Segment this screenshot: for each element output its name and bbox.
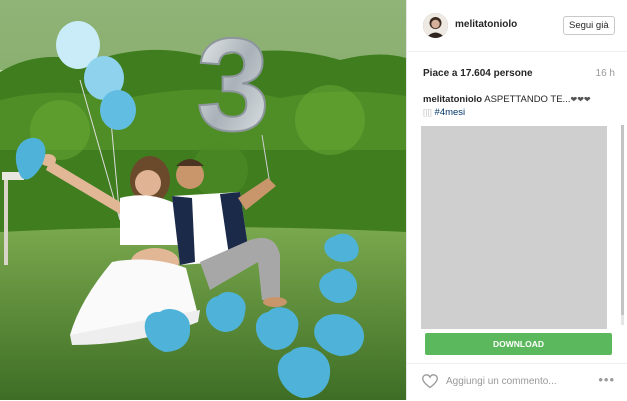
avatar[interactable] (423, 13, 448, 38)
post-photo: 3 (0, 0, 406, 400)
post-caption: melitatoniolo ASPETTANDO TE...❤❤❤ [][] #… (423, 93, 621, 119)
caption-username[interactable]: melitatoniolo (423, 94, 482, 105)
caption-text: ASPETTANDO TE... (484, 94, 571, 105)
photo-illustration: 3 (0, 0, 406, 400)
content-placeholder (421, 126, 607, 329)
number-three-balloon: 3 (196, 11, 269, 158)
more-options-icon[interactable]: ••• (598, 372, 615, 387)
hashtag-link[interactable]: #4mesi (435, 107, 466, 118)
post-side-panel: melitatoniolo Segui già Piace a 17.604 p… (406, 0, 627, 400)
comments-scrollbar[interactable] (621, 125, 624, 325)
post-timestamp[interactable]: 16 h (596, 68, 615, 79)
username-link[interactable]: melitatoniolo (455, 19, 517, 30)
comment-input[interactable]: Aggiungi un commento... (446, 376, 557, 387)
download-button[interactable]: DOWNLOAD (425, 333, 612, 355)
post-header: melitatoniolo Segui già (407, 0, 627, 52)
caption-faint: [][] (423, 108, 432, 117)
comment-bar: Aggiungi un commento... ••• (407, 363, 627, 401)
heart-outline-icon[interactable] (422, 374, 438, 389)
like-count[interactable]: Piace a 17.604 persone (423, 68, 533, 79)
scrollbar-thumb[interactable] (621, 125, 624, 315)
caption-hearts: ❤❤❤ (570, 95, 591, 104)
following-button[interactable]: Segui già (563, 16, 615, 35)
